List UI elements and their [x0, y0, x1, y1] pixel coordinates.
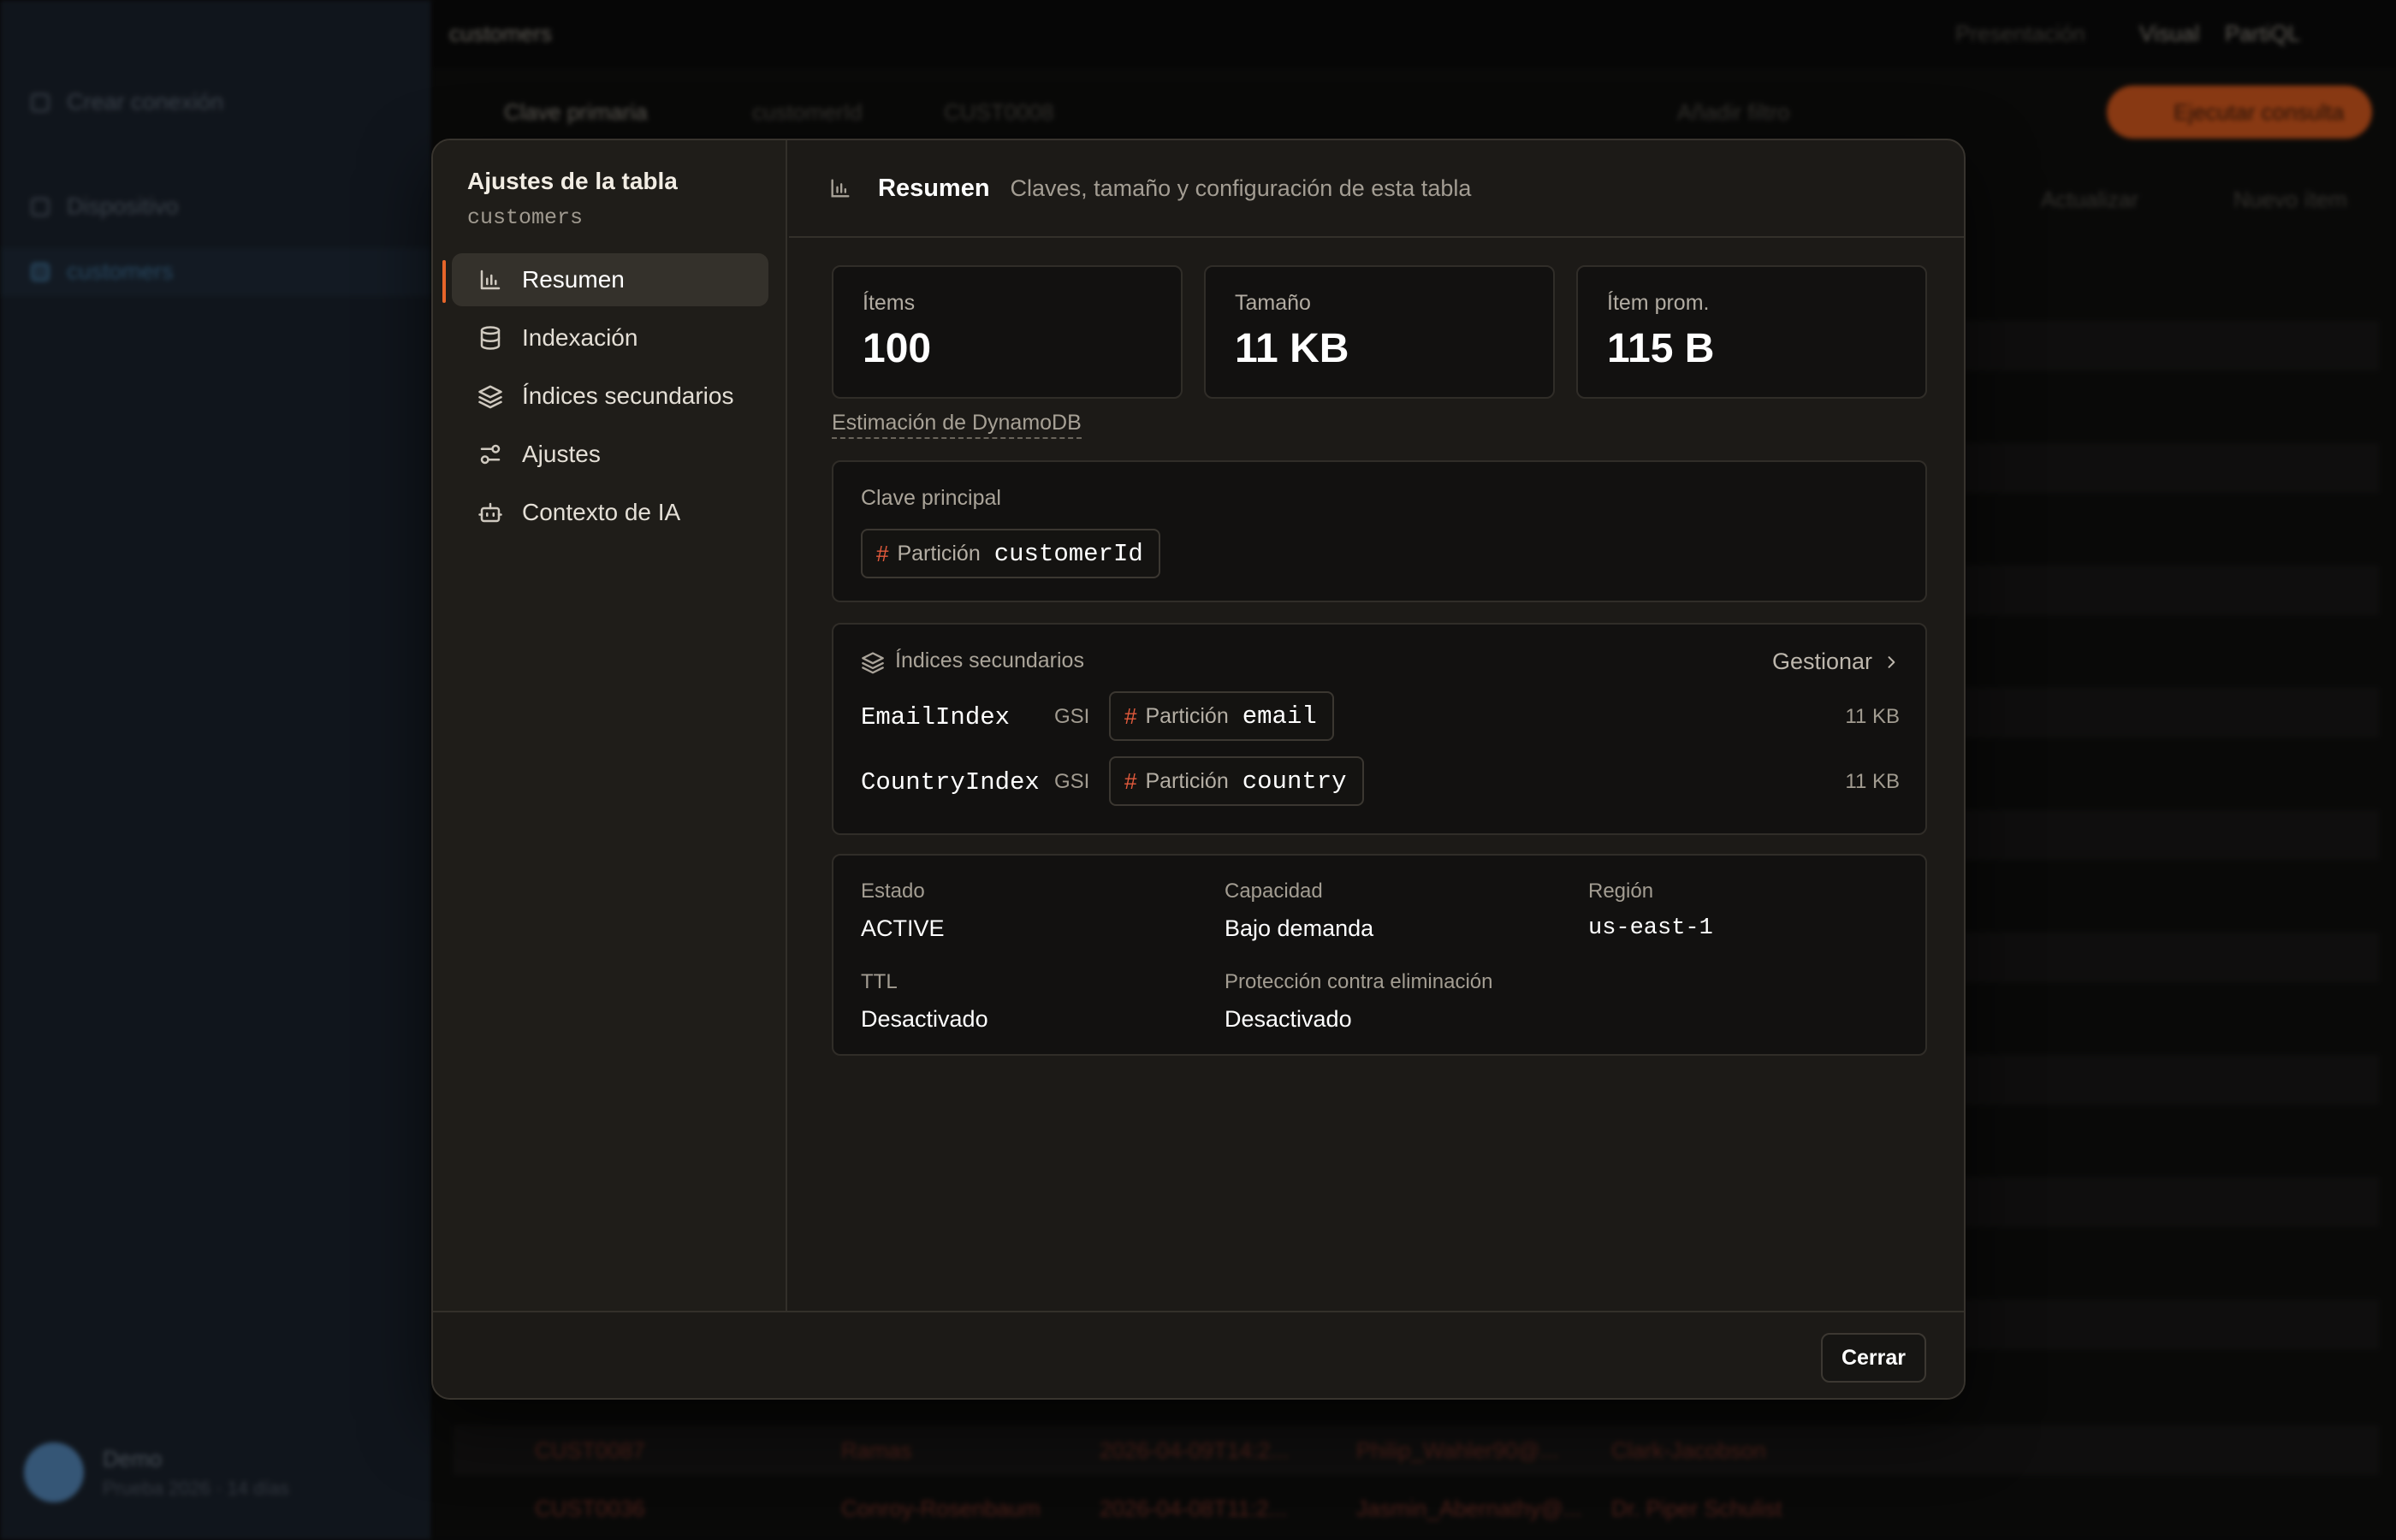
nav-item-label: Contexto de IA	[522, 499, 681, 525]
index-size: 11 KB	[1845, 770, 1900, 793]
key-type: Partición	[897, 541, 981, 566]
primary-key-label: Clave principal	[861, 486, 1001, 510]
stat-value: 115 B	[1607, 326, 1715, 371]
nav-item-contexto-ia[interactable]: Contexto de IA	[452, 486, 768, 539]
key-type: Partición	[1145, 768, 1229, 793]
secondary-indexes-card: Índices secundarios Gestionar EmailIndex…	[832, 623, 1927, 835]
hash-icon: #	[1124, 767, 1137, 794]
index-name: CountryIndex	[861, 768, 1040, 797]
active-indicator	[442, 260, 446, 303]
chevron-right-icon	[1888, 655, 1895, 668]
capacity-label: Capacidad	[1225, 880, 1323, 903]
ttl-label: TTL	[861, 970, 898, 993]
key-type: Partición	[1145, 703, 1229, 728]
ttl-value: Desactivado	[861, 1006, 988, 1032]
primary-key-card: Clave principal # Partición customerId	[832, 460, 1927, 602]
stat-card-size: Tamaño 11 KB	[1204, 265, 1555, 399]
hash-icon: #	[876, 540, 889, 566]
nav-item-ajustes[interactable]: Ajustes	[452, 428, 768, 481]
secondary-indexes-label: Índices secundarios	[895, 649, 1084, 672]
manage-indexes-link[interactable]: Gestionar	[1772, 649, 1900, 675]
section-header: Resumen Claves, tamaño y configuración d…	[789, 140, 1964, 238]
table-name: customers	[467, 205, 584, 230]
section-description: Claves, tamaño y configuración de esta t…	[1010, 175, 1472, 201]
nav-item-indexacion[interactable]: Indexación	[452, 311, 768, 364]
bot-icon	[477, 500, 503, 525]
status-value: ACTIVE	[861, 915, 945, 941]
stat-label: Ítem prom.	[1607, 291, 1710, 315]
layers-icon	[477, 383, 503, 409]
key-name: country	[1242, 767, 1347, 796]
stat-value: 100	[863, 326, 932, 371]
nav-item-label: Resumen	[522, 266, 625, 293]
deletion-protection-label: Protección contra eliminación	[1225, 970, 1493, 993]
partition-key-chip: # Partición customerId	[861, 529, 1160, 578]
index-key-chip: # Partición country	[1109, 756, 1364, 806]
nav-item-label: Índices secundarios	[522, 382, 734, 409]
index-size: 11 KB	[1845, 705, 1900, 728]
dialog-title: Ajustes de la tabla	[467, 168, 678, 194]
key-name: customerId	[993, 539, 1143, 568]
hash-icon: #	[1124, 702, 1137, 729]
key-name: email	[1242, 702, 1317, 731]
index-type: GSI	[1054, 770, 1090, 793]
table-settings-dialog: Ajustes de la tabla customers Resumen In…	[431, 139, 1966, 1400]
stat-card-avg-item: Ítem prom. 115 B	[1576, 265, 1927, 399]
bar-chart-icon	[831, 179, 850, 198]
region-value: us-east-1	[1588, 915, 1713, 941]
settings-content: Resumen Claves, tamaño y configuración d…	[789, 140, 1964, 1311]
index-name: EmailIndex	[861, 703, 1011, 732]
database-icon	[477, 325, 503, 351]
nav-item-label: Indexación	[522, 324, 638, 351]
stat-label: Tamaño	[1235, 291, 1311, 315]
layers-icon	[862, 652, 884, 674]
nav-item-indices-secundarios[interactable]: Índices secundarios	[452, 370, 768, 423]
deletion-protection-value: Desactivado	[1225, 1006, 1352, 1032]
index-type: GSI	[1054, 705, 1090, 728]
table-properties-card: Estado ACTIVE Capacidad Bajo demanda Reg…	[832, 854, 1927, 1056]
status-label: Estado	[861, 880, 925, 903]
capacity-value: Bajo demanda	[1225, 915, 1374, 941]
region-label: Región	[1588, 880, 1654, 903]
index-key-chip: # Partición email	[1109, 691, 1334, 741]
stat-value: 11 KB	[1235, 326, 1349, 371]
bar-chart-icon	[477, 267, 503, 293]
estimate-note[interactable]: Estimación de DynamoDB	[832, 411, 1082, 439]
nav-item-label: Ajustes	[522, 441, 601, 467]
section-title: Resumen	[878, 174, 990, 202]
nav-item-resumen[interactable]: Resumen	[452, 253, 768, 306]
settings-nav: Ajustes de la tabla customers Resumen In…	[433, 140, 787, 1311]
close-button[interactable]: Cerrar	[1820, 1333, 1926, 1383]
dialog-footer: Cerrar	[433, 1311, 1964, 1398]
stat-label: Ítems	[863, 291, 916, 315]
sliders-icon	[477, 441, 503, 467]
stat-card-items: Ítems 100	[832, 265, 1183, 399]
